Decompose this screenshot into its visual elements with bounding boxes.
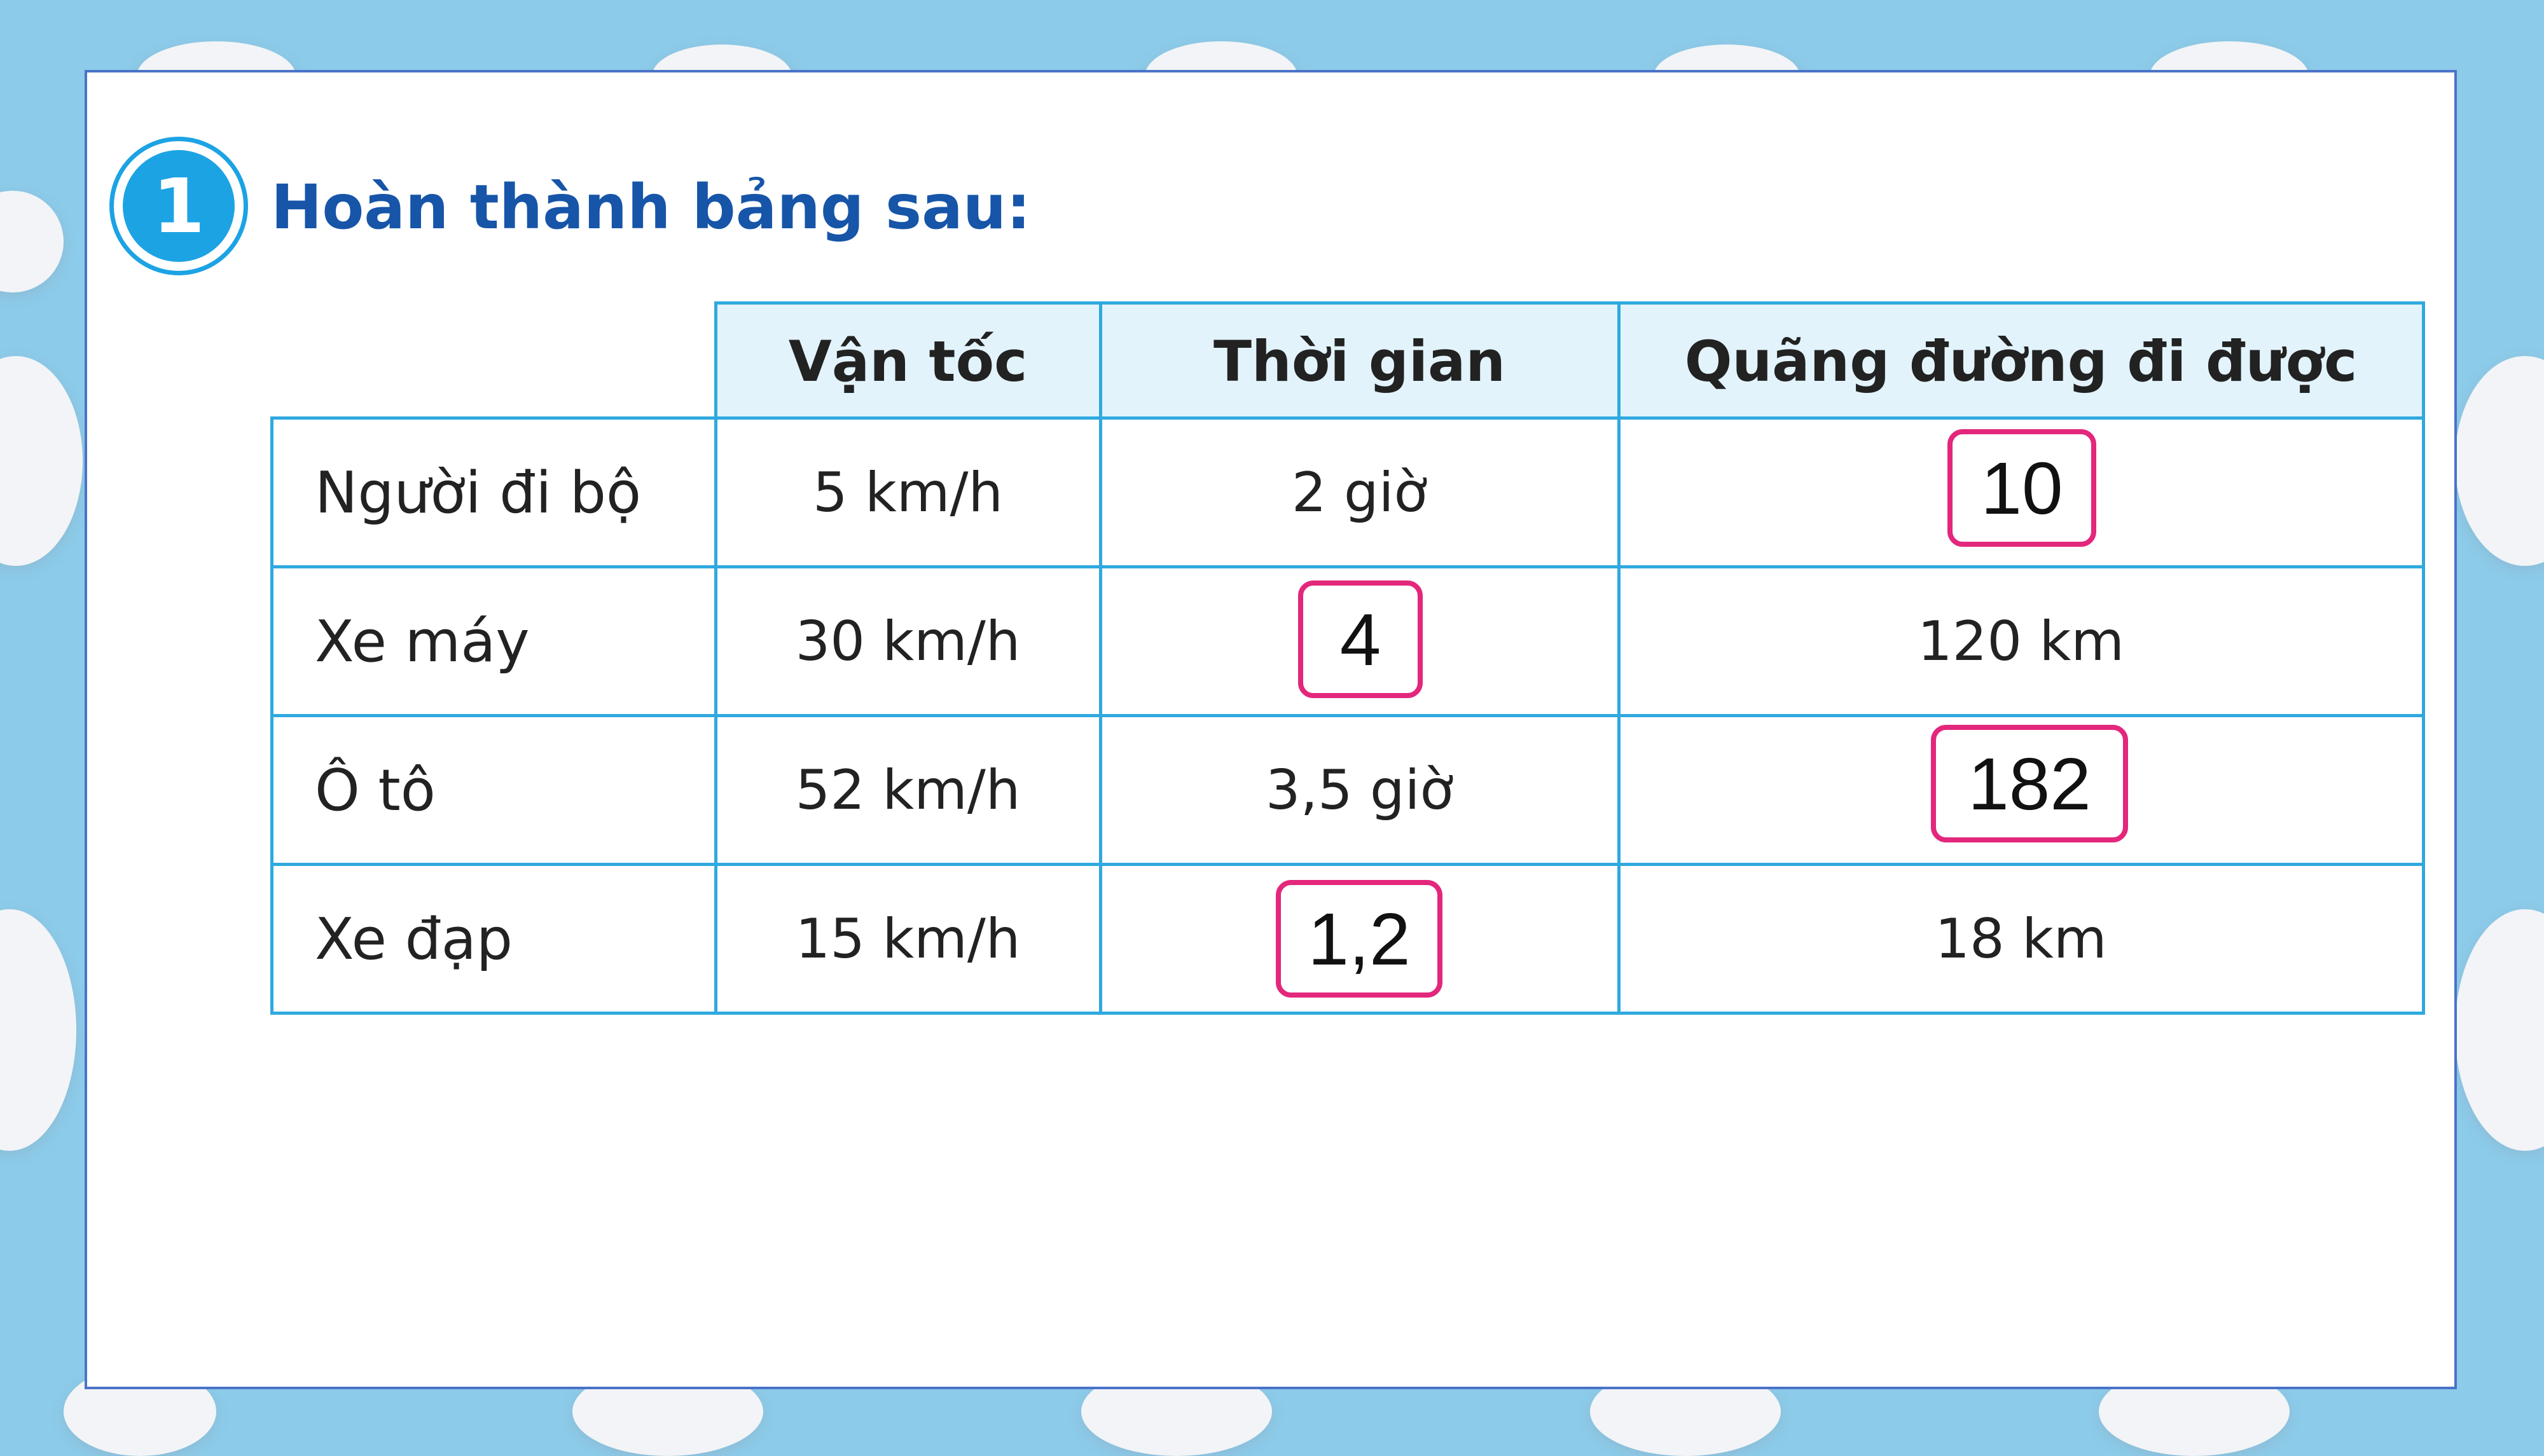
cell-speed: 15 km/h [795, 907, 1021, 971]
table-border [714, 301, 717, 1015]
row-label-walker: Người đi bộ [315, 459, 642, 526]
table-border [2422, 301, 2425, 1015]
cell-speed: 30 km/h [795, 610, 1021, 673]
table-border [270, 1012, 2425, 1015]
row-label-car: Ô tô [315, 757, 436, 824]
cell-time: 2 giờ [1291, 461, 1428, 525]
cell-speed: 5 km/h [812, 461, 1004, 525]
cloud-decoration [2455, 356, 2544, 566]
cloud-decoration [0, 191, 64, 292]
table-border [270, 863, 2425, 866]
table-border [1099, 301, 1102, 1015]
cell-distance: 18 km [1935, 907, 2107, 971]
table-border [270, 565, 2425, 568]
cell-distance: 120 km [1917, 610, 2125, 673]
table-border [270, 416, 273, 1015]
row-label-bicycle: Xe đạp [315, 905, 513, 973]
cell-speed: 52 km/h [795, 759, 1021, 822]
exercise-number-badge: 1 [109, 137, 248, 275]
row-label-motorbike: Xe máy [315, 608, 530, 675]
cloud-decoration [0, 356, 83, 566]
table-border [270, 416, 2425, 420]
exercise-title: Hoàn thành bảng sau: [271, 172, 1031, 243]
cell-time: 3,5 giờ [1265, 759, 1454, 822]
column-header-time: Thời gian [1100, 304, 1619, 418]
cloud-decoration [0, 909, 76, 1151]
column-header-distance: Quãng đường đi được [1619, 304, 2423, 418]
table-border [270, 714, 2425, 717]
table-border [1617, 301, 1621, 1015]
column-header-speed: Vận tốc [716, 304, 1100, 418]
cloud-decoration [2455, 909, 2544, 1151]
answer-box-time-motorbike: 4 [1298, 580, 1423, 698]
answer-box-distance-walker: 10 [1947, 429, 2096, 547]
table-border [714, 301, 2425, 305]
answer-box-distance-car: 182 [1931, 725, 2128, 842]
exercise-number: 1 [123, 150, 235, 262]
answer-box-time-bicycle: 1,2 [1276, 880, 1442, 998]
